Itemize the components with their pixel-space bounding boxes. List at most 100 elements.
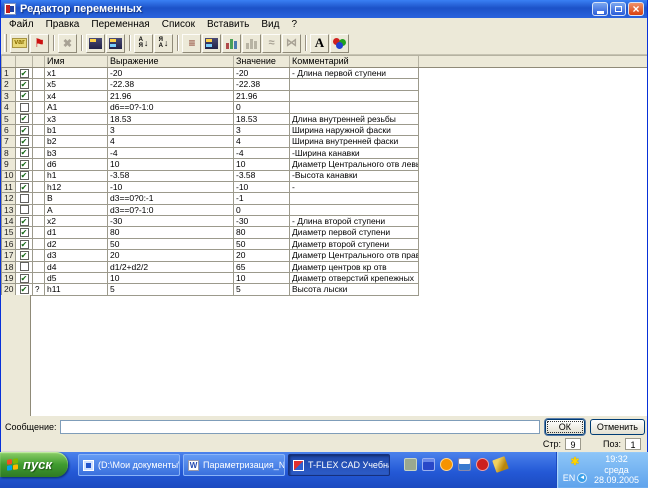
external-checkbox[interactable] bbox=[19, 205, 29, 215]
cell-value[interactable]: 20 bbox=[233, 249, 290, 262]
cell-comment[interactable]: Диаметр второй ступени bbox=[289, 237, 419, 251]
cell-comment[interactable]: Диаметр Центрального отв правый bbox=[289, 249, 419, 262]
cell-comment[interactable] bbox=[289, 78, 419, 91]
cell-name[interactable]: d6 bbox=[44, 158, 108, 171]
sort-ascending-button[interactable]: А Я ↓ bbox=[134, 33, 153, 53]
cell-comment[interactable]: - Длина первой ступени bbox=[289, 66, 419, 80]
cell-comment[interactable]: Диаметр Центрального отв левый bbox=[289, 158, 419, 171]
cell-name[interactable]: b2 bbox=[44, 135, 108, 148]
cell-comment[interactable]: Диаметр центров кр отв bbox=[289, 260, 419, 274]
menu-view[interactable]: Вид bbox=[255, 18, 285, 32]
cell-comment[interactable] bbox=[289, 89, 419, 103]
cell-comment[interactable] bbox=[289, 101, 419, 114]
cell-expression[interactable]: -4 bbox=[107, 146, 234, 160]
tray-app1-icon[interactable] bbox=[404, 458, 417, 471]
tray-app4-icon[interactable] bbox=[458, 458, 471, 471]
cell-name[interactable]: d1 bbox=[44, 226, 108, 239]
row-number[interactable]: 19 bbox=[1, 272, 16, 285]
cell-expression[interactable]: d3==0?-1:0 bbox=[107, 203, 234, 217]
sort-descending-button[interactable]: Я А ↓ bbox=[154, 33, 173, 53]
cell-name[interactable]: b3 bbox=[44, 146, 108, 160]
row-number[interactable]: 16 bbox=[1, 237, 16, 251]
cell-expression[interactable]: 5 bbox=[107, 283, 234, 296]
font-button[interactable]: A bbox=[310, 33, 329, 53]
row-number[interactable]: 13 bbox=[1, 203, 16, 217]
cell-expression[interactable]: 21.96 bbox=[107, 89, 234, 103]
row-checkbox-cell[interactable] bbox=[15, 158, 33, 171]
start-button[interactable]: пуск bbox=[0, 452, 68, 477]
external-checkbox[interactable] bbox=[19, 250, 29, 260]
restore-button[interactable] bbox=[610, 2, 626, 16]
cell-expression[interactable]: -22.38 bbox=[107, 78, 234, 91]
menu-edit[interactable]: Правка bbox=[40, 18, 86, 32]
cell-comment[interactable]: -Высота канавки bbox=[289, 169, 419, 182]
cell-value[interactable]: -10 bbox=[233, 180, 290, 194]
cell-expression[interactable]: d1/2+d2/2 bbox=[107, 260, 234, 274]
row-number[interactable]: 2 bbox=[1, 78, 16, 91]
cell-value[interactable]: -20 bbox=[233, 66, 290, 80]
external-checkbox[interactable] bbox=[19, 216, 29, 226]
row-number[interactable]: 15 bbox=[1, 226, 16, 239]
create-list-button[interactable] bbox=[86, 33, 105, 53]
cell-comment[interactable]: -Ширина канавки bbox=[289, 146, 419, 160]
menu-variable[interactable]: Переменная bbox=[85, 18, 155, 32]
external-checkbox[interactable] bbox=[19, 114, 29, 124]
external-checkbox[interactable] bbox=[19, 102, 29, 112]
cell-name[interactable]: d3 bbox=[44, 249, 108, 262]
row-checkbox-cell[interactable] bbox=[15, 203, 33, 217]
cell-value[interactable]: -4 bbox=[233, 146, 290, 160]
titlebar[interactable]: Редактор переменных × bbox=[1, 0, 647, 18]
tray-clock[interactable]: 19:32 среда 28.09.2005 bbox=[588, 454, 645, 486]
cell-value[interactable]: 10 bbox=[233, 158, 290, 171]
cell-comment[interactable]: Ширина наружной фаски bbox=[289, 123, 419, 137]
colors-button[interactable] bbox=[330, 33, 349, 53]
col-value-header[interactable]: Значение bbox=[233, 55, 290, 68]
cell-value[interactable]: 4 bbox=[233, 135, 290, 148]
row-number[interactable]: 12 bbox=[1, 192, 16, 205]
diagram-button[interactable] bbox=[222, 33, 241, 53]
cell-name[interactable]: x4 bbox=[44, 89, 108, 103]
row-number[interactable]: 17 bbox=[1, 249, 16, 262]
cell-expression[interactable]: 4 bbox=[107, 135, 234, 148]
row-number[interactable]: 10 bbox=[1, 169, 16, 182]
list-view-button[interactable]: ≡ bbox=[182, 33, 201, 53]
row-number[interactable]: 9 bbox=[1, 158, 16, 171]
col-expression-header[interactable]: Выражение bbox=[107, 55, 234, 68]
col-comment-header[interactable]: Комментарий bbox=[289, 55, 419, 68]
cell-name[interactable]: h11 bbox=[44, 283, 108, 296]
cell-value[interactable]: -22.38 bbox=[233, 78, 290, 91]
cell-value[interactable]: 80 bbox=[233, 226, 290, 239]
external-checkbox[interactable] bbox=[19, 68, 29, 78]
row-checkbox-cell[interactable] bbox=[15, 180, 33, 194]
cell-value[interactable]: 0 bbox=[233, 203, 290, 217]
cell-name[interactable]: x1 bbox=[44, 66, 108, 80]
external-checkbox[interactable] bbox=[19, 171, 29, 181]
row-number[interactable]: 7 bbox=[1, 135, 16, 148]
cell-comment[interactable]: - Длина второй ступени bbox=[289, 215, 419, 228]
row-checkbox-cell[interactable] bbox=[15, 123, 33, 137]
tray-app3-icon[interactable] bbox=[440, 458, 453, 471]
cell-expression[interactable]: 20 bbox=[107, 249, 234, 262]
cell-expression[interactable]: -10 bbox=[107, 180, 234, 194]
new-variable-button[interactable]: var bbox=[10, 33, 29, 53]
cell-comment[interactable]: Высота лыски bbox=[289, 283, 419, 296]
cell-name[interactable]: h1 bbox=[44, 169, 108, 182]
cell-comment[interactable]: Ширина внутренней фаски bbox=[289, 135, 419, 148]
ok-button[interactable]: ОК bbox=[544, 419, 585, 435]
row-checkbox-cell[interactable] bbox=[15, 101, 33, 114]
cell-expression[interactable]: 50 bbox=[107, 237, 234, 251]
row-number[interactable]: 5 bbox=[1, 112, 16, 125]
diagram2-button-disabled[interactable] bbox=[242, 33, 261, 53]
cell-name[interactable]: d2 bbox=[44, 237, 108, 251]
task-explorer[interactable]: (D:\Мои документы\... bbox=[78, 454, 180, 476]
row-number[interactable]: 1 bbox=[1, 66, 16, 80]
external-checkbox[interactable] bbox=[19, 80, 29, 90]
cell-value[interactable]: -30 bbox=[233, 215, 290, 228]
row-number[interactable]: 18 bbox=[1, 260, 16, 274]
row-checkbox-cell[interactable] bbox=[15, 283, 33, 296]
flag-button[interactable]: ⚑ bbox=[30, 33, 49, 53]
cell-name[interactable]: d4 bbox=[44, 260, 108, 274]
cell-expression[interactable]: 18.53 bbox=[107, 112, 234, 125]
cell-comment[interactable] bbox=[289, 203, 419, 217]
cell-value[interactable]: 3 bbox=[233, 123, 290, 137]
